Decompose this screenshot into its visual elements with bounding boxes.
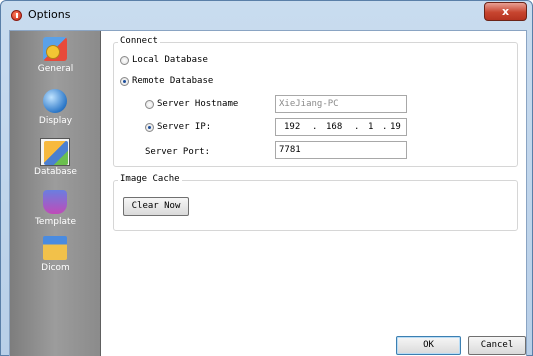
- clear-now-button[interactable]: Clear Now: [123, 197, 189, 216]
- ip-separator: .: [382, 122, 388, 132]
- server-hostname-label: Server Hostname: [157, 99, 239, 109]
- database-icon: [44, 141, 68, 165]
- image-cache-group-title: Image Cache: [118, 174, 182, 184]
- ip-octet-2[interactable]: 168: [326, 122, 342, 132]
- server-ip-input[interactable]: 192 . 168 . 1 . 19: [275, 118, 407, 136]
- ip-separator: .: [354, 122, 360, 132]
- server-ip-label: Server IP:: [157, 122, 212, 132]
- client-area: General Display Database Template Dicom: [9, 30, 527, 356]
- sidebar-item-label: Database: [34, 167, 77, 177]
- selected-highlight: [40, 138, 70, 166]
- template-icon: [43, 190, 67, 214]
- sidebar-item-label: Display: [38, 116, 73, 126]
- server-ip-radio[interactable]: Server IP:: [145, 122, 265, 134]
- ip-octet-1[interactable]: 192: [284, 122, 300, 132]
- server-ip-radio-button[interactable]: [145, 123, 154, 132]
- general-icon: [43, 37, 67, 61]
- ok-button[interactable]: OK: [396, 336, 461, 355]
- title-bar[interactable]: Options x: [1, 1, 532, 29]
- sidebar-item-dicom[interactable]: Dicom: [10, 236, 101, 282]
- remote-database-radio[interactable]: Remote Database: [120, 76, 240, 88]
- display-icon: [43, 89, 67, 113]
- window-title: Options: [28, 8, 71, 21]
- local-database-radio-button[interactable]: [120, 56, 129, 65]
- sidebar-item-label: Dicom: [41, 263, 70, 273]
- connect-group-title: Connect: [118, 36, 160, 46]
- sidebar-item-label: General: [37, 64, 74, 74]
- ip-octet-4[interactable]: 19: [390, 122, 401, 132]
- sidebar-item-template[interactable]: Template: [10, 190, 101, 236]
- local-database-label: Local Database: [132, 55, 208, 65]
- remote-database-radio-button[interactable]: [120, 77, 129, 86]
- remote-database-label: Remote Database: [132, 76, 214, 86]
- close-button[interactable]: x: [484, 2, 527, 21]
- cancel-button[interactable]: Cancel: [468, 336, 526, 355]
- local-database-radio[interactable]: Local Database: [120, 55, 240, 67]
- app-icon: [11, 10, 22, 21]
- ip-separator: .: [312, 122, 318, 132]
- options-window: Options x General Display Database Templ…: [0, 0, 533, 356]
- sidebar-item-general[interactable]: General: [10, 37, 101, 83]
- sidebar: General Display Database Template Dicom: [10, 31, 101, 356]
- sidebar-item-label: Template: [34, 217, 77, 227]
- server-port-input[interactable]: 7781: [275, 141, 407, 159]
- server-port-label: Server Port:: [145, 147, 211, 157]
- dicom-icon: [43, 236, 67, 260]
- server-hostname-radio-button[interactable]: [145, 100, 154, 109]
- sidebar-item-database[interactable]: Database: [10, 138, 101, 186]
- ip-octet-3[interactable]: 1: [368, 122, 373, 132]
- sidebar-item-display[interactable]: Display: [10, 89, 101, 135]
- server-hostname-input[interactable]: XieJiang-PC: [275, 95, 407, 113]
- server-hostname-radio[interactable]: Server Hostname: [145, 99, 265, 111]
